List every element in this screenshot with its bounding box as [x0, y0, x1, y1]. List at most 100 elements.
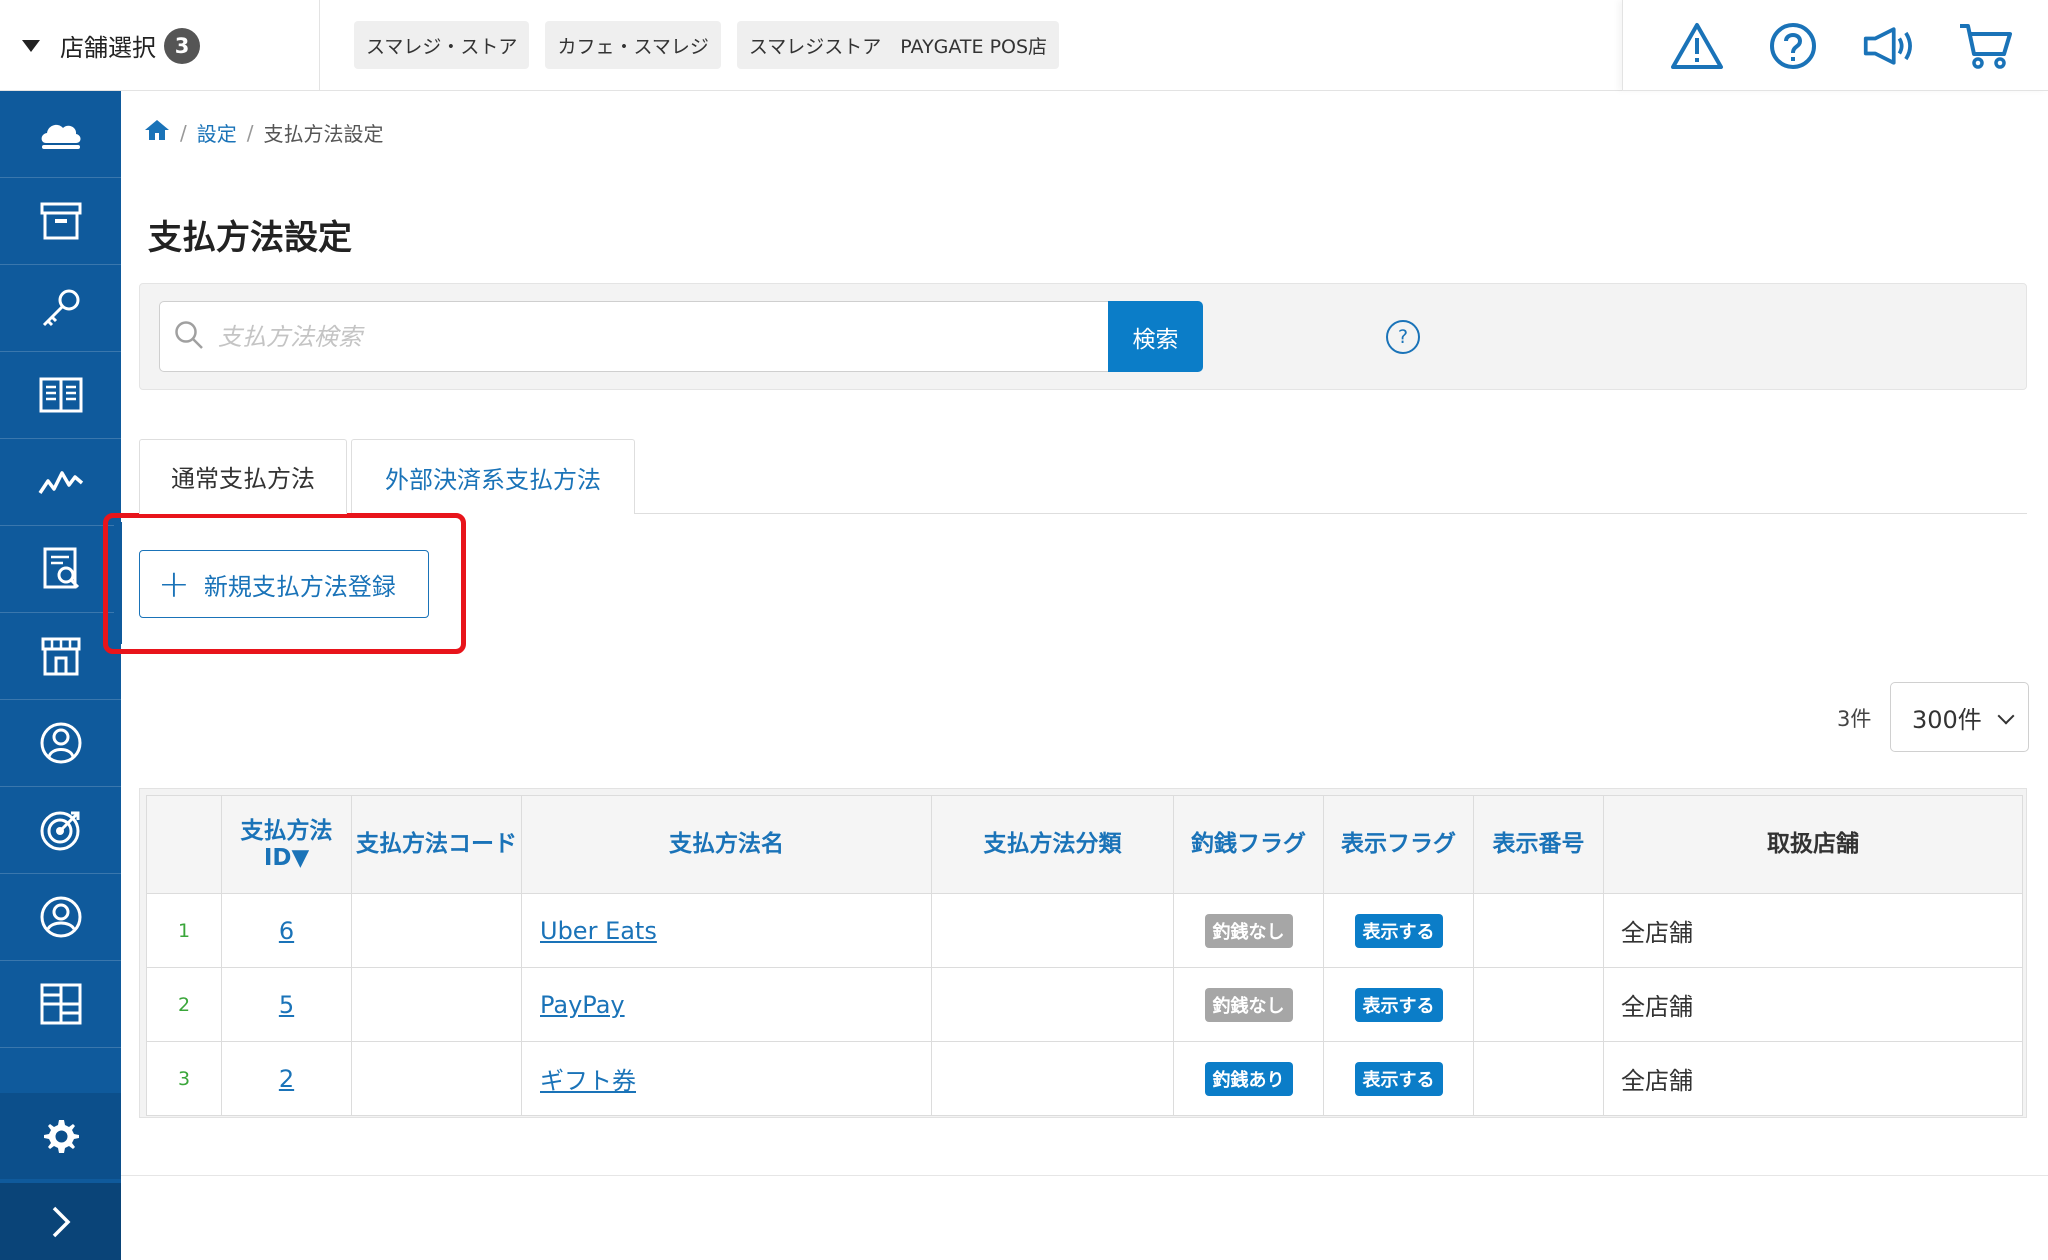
gear-icon: [43, 1120, 79, 1153]
header-name[interactable]: 支払方法名: [521, 795, 932, 894]
sidebar-item-archive[interactable]: [0, 178, 121, 265]
footer-divider: [121, 1175, 2048, 1176]
table-header-row: 支払方法 ID▼ 支払方法コード 支払方法名 支払方法分類 釣銭フラグ 表示フラ…: [146, 795, 2023, 894]
row-number: 3: [146, 1041, 222, 1116]
row-name-cell: PayPay: [521, 967, 932, 1042]
row-number: 1: [146, 893, 222, 968]
header-code[interactable]: 支払方法コード: [351, 795, 522, 894]
chart-line-icon: [38, 471, 83, 494]
sidebar-expand[interactable]: [0, 1183, 121, 1260]
payment-methods-table-wrap: 支払方法 ID▼ 支払方法コード 支払方法名 支払方法分類 釣銭フラグ 表示フラ…: [139, 788, 2027, 1118]
breadcrumb-settings-link[interactable]: 設定: [197, 118, 237, 147]
row-id-link[interactable]: 5: [279, 991, 294, 1019]
cart-icon[interactable]: [1958, 18, 2014, 74]
user-circle-icon: [40, 722, 81, 764]
row-name-link[interactable]: PayPay: [540, 991, 625, 1019]
row-category: [931, 967, 1174, 1042]
search-icon: [174, 320, 204, 354]
tab-external-payment[interactable]: 外部決済系支払方法: [351, 439, 635, 514]
tab-normal-payment[interactable]: 通常支払方法: [139, 439, 347, 514]
row-stores: 全店舗: [1603, 893, 2023, 968]
row-change-flag: 釣銭なし: [1173, 967, 1324, 1042]
help-icon[interactable]: [1765, 18, 1821, 74]
search-button[interactable]: 検索: [1108, 301, 1203, 372]
target-icon: [40, 811, 79, 851]
store-select-label: 店舗選択: [60, 34, 156, 62]
store-select[interactable]: 店舗選択 3: [0, 0, 320, 91]
key-icon: [42, 289, 79, 327]
table-row: 2 5 PayPay 釣銭なし 表示する 全店舗: [146, 967, 2023, 1042]
store-icon: [41, 637, 80, 676]
row-display-flag: 表示する: [1323, 1041, 1474, 1116]
header-id[interactable]: 支払方法 ID▼: [221, 795, 352, 894]
display-flag-badge: 表示する: [1354, 1061, 1443, 1096]
header-stores: 取扱店舗: [1603, 795, 2023, 894]
sidebar-item-apps[interactable]: [0, 961, 121, 1048]
sidebar-item-target[interactable]: [0, 787, 121, 874]
sidebar-item-book[interactable]: [0, 352, 121, 439]
cloud-icon: [41, 124, 80, 149]
highlight-frame: [103, 513, 466, 654]
row-display-flag: 表示する: [1323, 967, 1474, 1042]
breadcrumb-separator: /: [246, 120, 254, 145]
row-stores: 全店舗: [1603, 967, 2023, 1042]
warning-icon[interactable]: [1669, 18, 1725, 74]
row-name-link[interactable]: Uber Eats: [540, 917, 657, 945]
row-category: [931, 893, 1174, 968]
row-code: [351, 893, 522, 968]
top-icon-group: [1622, 0, 2048, 91]
row-id-link[interactable]: 2: [279, 1065, 294, 1093]
display-flag-badge: 表示する: [1354, 987, 1443, 1022]
store-count-badge: 3: [164, 27, 200, 64]
store-chip[interactable]: カフェ・スマレジ: [545, 21, 721, 69]
header-display-flag[interactable]: 表示フラグ: [1323, 795, 1474, 894]
row-name-cell: ギフト券: [521, 1041, 932, 1116]
report-icon: [43, 547, 79, 589]
row-code: [351, 1041, 522, 1116]
archive-box-icon: [40, 202, 81, 240]
change-flag-badge: 釣銭なし: [1204, 987, 1293, 1022]
row-change-flag: 釣銭なし: [1173, 893, 1324, 968]
sidebar-item-key[interactable]: [0, 265, 121, 352]
row-name-link[interactable]: ギフト券: [540, 1067, 636, 1095]
row-id-link[interactable]: 6: [279, 917, 294, 945]
search-panel: 検索 ?: [139, 283, 2027, 390]
sidebar-item-customer[interactable]: [0, 874, 121, 961]
row-display-flag: 表示する: [1323, 893, 1474, 968]
per-page-value: 300件: [1912, 705, 1982, 734]
row-name-cell: Uber Eats: [521, 893, 932, 968]
search-input[interactable]: [218, 322, 1078, 351]
payment-methods-table: 支払方法 ID▼ 支払方法コード 支払方法名 支払方法分類 釣銭フラグ 表示フラ…: [146, 795, 2023, 1116]
row-number: 2: [146, 967, 222, 1042]
sidebar-settings[interactable]: [0, 1093, 121, 1179]
selected-stores: スマレジ・ストア カフェ・スマレジ スマレジストア PAYGATE POS店: [354, 21, 1060, 69]
breadcrumb-current: 支払方法設定: [263, 122, 384, 146]
table-row: 1 6 Uber Eats 釣銭なし 表示する 全店舗: [146, 893, 2023, 968]
row-category: [931, 1041, 1174, 1116]
row-id-cell: 5: [221, 967, 352, 1042]
home-icon[interactable]: [144, 118, 170, 147]
megaphone-icon[interactable]: [1862, 18, 1918, 74]
sidebar-item-cloud[interactable]: [0, 91, 121, 178]
row-stores: 全店舗: [1603, 1041, 2023, 1116]
per-page-select[interactable]: 300件: [1890, 682, 2029, 752]
row-display-no: [1473, 967, 1604, 1042]
chevron-down-icon: [1997, 707, 2015, 725]
search-box: [159, 301, 1109, 372]
store-chip[interactable]: スマレジストア PAYGATE POS店: [736, 21, 1060, 69]
header-change-flag[interactable]: 釣銭フラグ: [1173, 795, 1324, 894]
store-chip[interactable]: スマレジ・ストア: [354, 21, 530, 69]
sidebar-item-staff[interactable]: [0, 700, 121, 787]
chevron-right-icon: [52, 1206, 70, 1237]
header-display-no[interactable]: 表示番号: [1473, 795, 1604, 894]
top-bar: 店舗選択 3 スマレジ・ストア カフェ・スマレジ スマレジストア PAYGATE…: [0, 0, 2048, 91]
row-display-no: [1473, 1041, 1604, 1116]
change-flag-badge: 釣銭あり: [1204, 1061, 1293, 1096]
result-count: 3件: [1837, 707, 1872, 731]
account-icon: [40, 896, 81, 938]
header-category[interactable]: 支払方法分類: [931, 795, 1174, 894]
sidebar-item-analytics[interactable]: [0, 439, 121, 526]
search-help-icon[interactable]: ?: [1386, 320, 1420, 354]
sidebar: [0, 91, 121, 1260]
caret-down-icon: [22, 39, 40, 52]
